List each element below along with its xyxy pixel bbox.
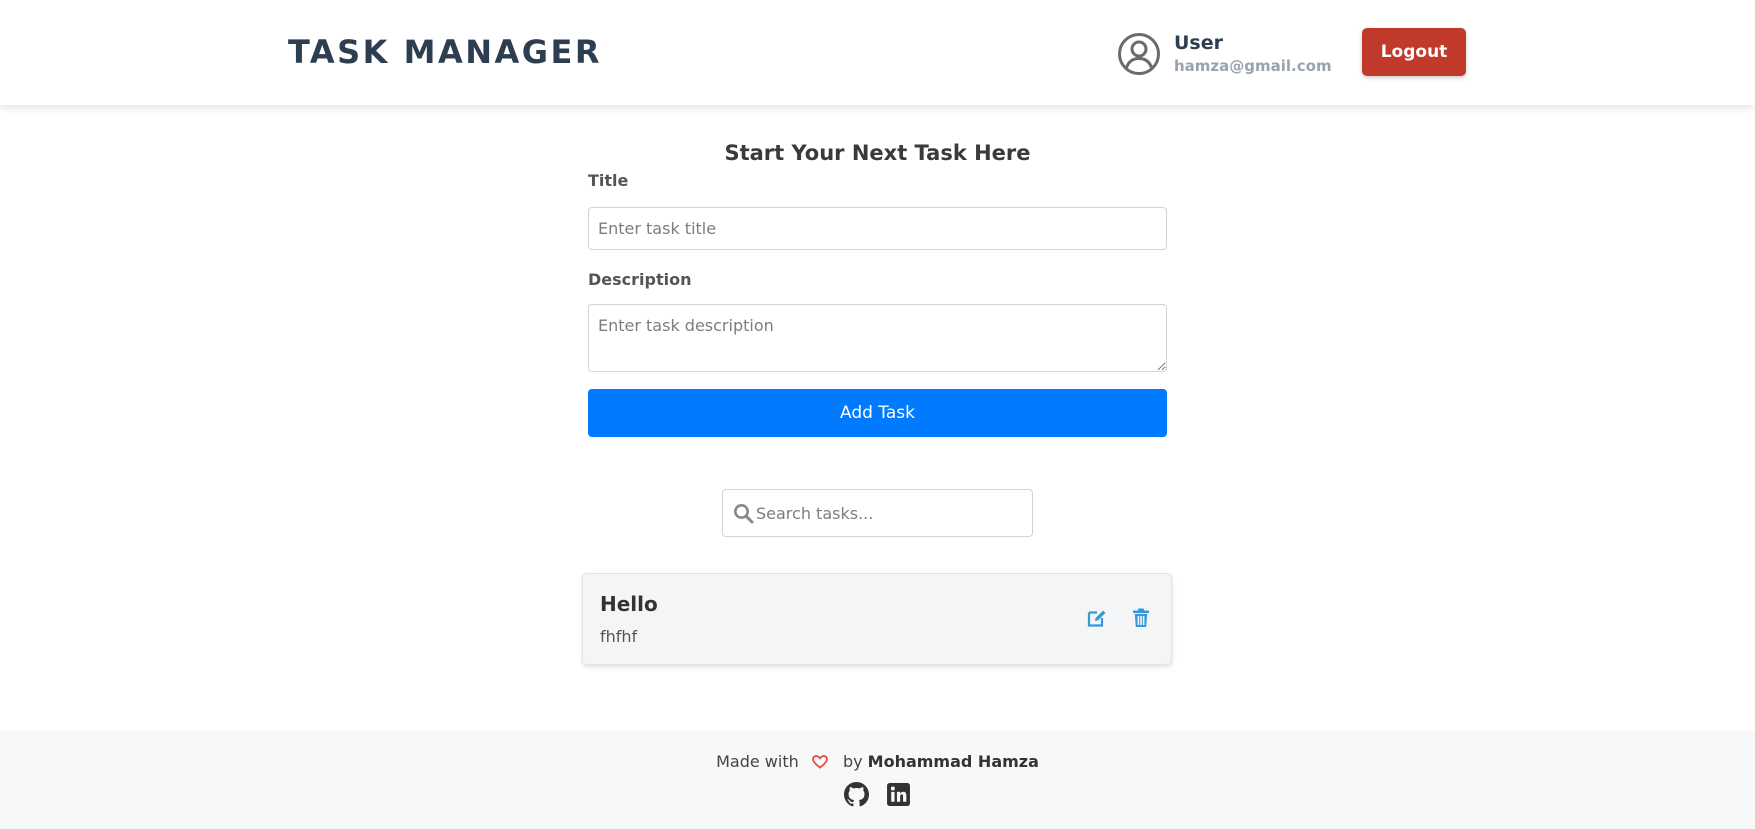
author-name: Mohammad Hamza [867, 752, 1039, 771]
description-label: Description [588, 270, 692, 289]
app-header: TASK MANAGER User hamza@gmail.com Logout [0, 0, 1755, 105]
edit-icon [1087, 610, 1106, 627]
task-title: Hello [600, 592, 658, 616]
footer-by: by [842, 752, 863, 771]
search-box [722, 489, 1033, 537]
trash-icon [1133, 608, 1149, 627]
footer-made-with: Made with [716, 752, 799, 771]
github-icon [844, 782, 869, 807]
delete-task-button[interactable] [1130, 607, 1152, 629]
github-link[interactable] [844, 782, 869, 807]
footer-credit: Made with by Mohammad Hamza [0, 751, 1755, 773]
heart-icon [811, 755, 828, 769]
task-title-input[interactable] [588, 207, 1167, 250]
app-footer: Made with by Mohammad Hamza [0, 731, 1755, 829]
title-label: Title [588, 171, 629, 190]
logout-button[interactable]: Logout [1362, 28, 1466, 76]
social-links [0, 782, 1755, 807]
task-card: Hello fhfhf [582, 573, 1172, 665]
task-description-input[interactable] [588, 304, 1167, 372]
user-name: User [1174, 32, 1223, 54]
task-description: fhfhf [600, 627, 638, 646]
form-heading: Start Your Next Task Here [724, 141, 1031, 165]
edit-task-button[interactable] [1086, 607, 1108, 629]
search-input[interactable] [754, 490, 1030, 536]
search-icon [734, 504, 754, 524]
user-email: hamza@gmail.com [1174, 57, 1332, 75]
add-task-button[interactable]: Add Task [588, 389, 1167, 437]
user-circle-icon [1118, 33, 1160, 75]
linkedin-icon [887, 783, 910, 806]
app-brand: TASK MANAGER [288, 33, 603, 71]
linkedin-link[interactable] [886, 782, 911, 807]
user-profile: User hamza@gmail.com [1117, 28, 1332, 80]
